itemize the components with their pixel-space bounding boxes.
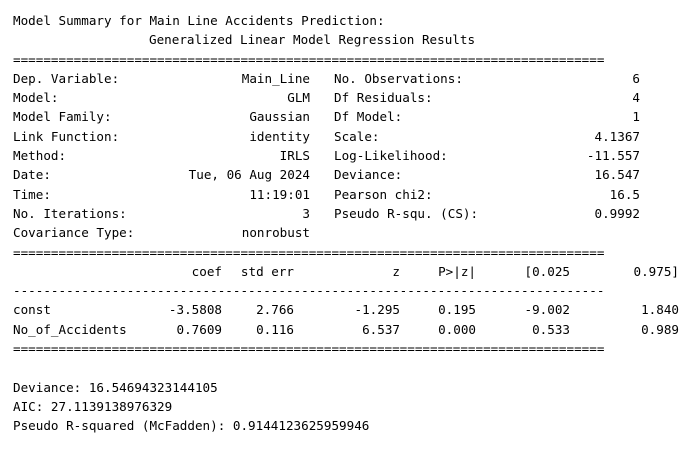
info-label: Time: — [13, 186, 51, 202]
info-value: 16.547 — [594, 167, 641, 183]
coef-header-cell: z — [392, 263, 400, 279]
info-label: Link Function: — [13, 128, 120, 144]
model-info-table: Dep. Variable: Main_Line No. Observations:… — [13, 69, 679, 243]
info-value: Tue, 06 Aug 2024 — [188, 167, 310, 183]
regression-results-title-text: Generalized Linear Model Regression Resu… — [149, 32, 476, 48]
coef-header-cell: [0.025 — [524, 263, 571, 279]
info-value: 0.9992 — [594, 205, 641, 221]
info-label: Covariance Type: — [13, 225, 135, 241]
info-label: Deviance: — [334, 167, 403, 183]
info-value: IRLS — [279, 148, 310, 164]
info-label: Model: — [13, 90, 59, 106]
coef-header-cell — [13, 262, 136, 281]
coef-value: 0.195 — [438, 302, 476, 318]
coef-row: No_of_Accidents 0.7609 0.116 6.537 0.000 0.53… — [13, 320, 679, 339]
fit-statistics: Deviance: 16.54694323144105 AIC: 27.11391… — [13, 378, 679, 436]
info-spacer — [310, 127, 334, 146]
coef-table-header: coef std err z P>|z| [0.025 0.975] — [13, 262, 679, 281]
double-rule: ========================================… — [13, 51, 605, 67]
coef-table-body: const -3.5808 2.766 -1.295 0.195 -9.002 1.840 N… — [13, 300, 679, 339]
coef-value: 0.7609 — [176, 321, 223, 337]
info-row: Method: IRLS Log-Likelihood: -11.557 — [13, 146, 679, 165]
info-label: Df Model: — [334, 109, 403, 125]
coef-header-cell: coef — [191, 263, 222, 279]
info-label: Log-Likelihood: — [334, 148, 448, 164]
info-row: Link Function: identity Scale: 4.1367 — [13, 127, 679, 146]
info-row: Dep. Variable: Main_Line No. Observations:… — [13, 69, 679, 88]
info-label: Method: — [13, 148, 67, 164]
coef-value: 0.000 — [438, 321, 476, 337]
info-label: Df Residuals: — [334, 90, 433, 106]
info-label: Dep. Variable: — [13, 70, 120, 86]
coef-variable-name: No_of_Accidents — [13, 321, 127, 337]
info-spacer — [310, 146, 334, 165]
coef-row: const -3.5808 2.766 -1.295 0.195 -9.002 1.840 — [13, 300, 679, 319]
info-value: nonrobust — [241, 225, 310, 241]
fit-statistic-line: Deviance: 16.54694323144105 — [13, 379, 218, 395]
coef-value: -1.295 — [354, 302, 401, 318]
coef-value: -9.002 — [524, 302, 571, 318]
info-spacer — [310, 223, 334, 242]
regression-results-title: Generalized Linear Model Regression Resu… — [13, 30, 679, 49]
info-row: Date: Tue, 06 Aug 2024 Deviance: 16.547 — [13, 165, 679, 184]
info-label: Pseudo R-squ. (CS): — [334, 205, 479, 221]
coef-header-cell: std err — [240, 263, 294, 279]
coef-value: -3.5808 — [168, 302, 222, 318]
info-value: Gaussian — [249, 109, 310, 125]
double-rule: ========================================… — [13, 244, 605, 260]
info-spacer — [310, 69, 334, 88]
info-value: 4.1367 — [594, 128, 641, 144]
summary-title: Model Summary for Main Line Accidents Pr… — [13, 13, 385, 28]
info-value: GLM — [287, 90, 310, 106]
info-row: Model Family: Gaussian Df Model: 1 — [13, 107, 679, 126]
info-value: 11:19:01 — [249, 186, 310, 202]
info-row: Covariance Type: nonrobust — [13, 223, 679, 242]
coef-value: 1.840 — [641, 302, 679, 318]
fit-statistic-line: AIC: 27.1139138976329 — [13, 398, 173, 414]
coef-value: 6.537 — [362, 321, 400, 337]
info-value: Main_Line — [241, 70, 310, 86]
info-value: 1 — [632, 109, 640, 125]
info-spacer — [310, 204, 334, 223]
coef-header-cell: 0.975] — [633, 263, 680, 279]
info-label: Model Family: — [13, 109, 112, 125]
info-spacer — [310, 88, 334, 107]
info-spacer — [310, 165, 334, 184]
coef-value: 2.766 — [256, 302, 294, 318]
info-label: No. Observations: — [334, 70, 463, 86]
info-value: -11.557 — [586, 148, 640, 164]
info-value: 4 — [632, 90, 640, 106]
info-label: No. Iterations: — [13, 205, 127, 221]
info-label: Date: — [13, 167, 51, 183]
coef-value: 0.533 — [532, 321, 570, 337]
info-spacer — [310, 107, 334, 126]
info-label — [334, 223, 534, 242]
coef-value: 0.989 — [641, 321, 679, 337]
info-value — [534, 223, 640, 242]
fit-statistic-line: Pseudo R-squared (McFadden): 0.914412362… — [13, 418, 370, 434]
info-value: 16.5 — [609, 186, 640, 202]
info-value: 3 — [302, 205, 310, 221]
coef-variable-name: const — [13, 302, 51, 318]
info-value: identity — [249, 128, 310, 144]
info-row: Time: 11:19:01 Pearson chi2: 16.5 — [13, 185, 679, 204]
info-label: Pearson chi2: — [334, 186, 433, 202]
coef-header-cell: P>|z| — [438, 263, 476, 279]
double-rule: ========================================… — [13, 341, 605, 357]
info-value: 6 — [632, 70, 640, 86]
info-row: Model: GLM Df Residuals: 4 — [13, 88, 679, 107]
info-spacer — [310, 185, 334, 204]
model-summary-output: Model Summary for Main Line Accidents Pr… — [13, 11, 679, 436]
single-rule: ----------------------------------------… — [13, 283, 605, 299]
info-row: No. Iterations: 3 Pseudo R-squ. (CS): 0.999… — [13, 204, 679, 223]
info-label: Scale: — [334, 128, 380, 144]
coef-value: 0.116 — [256, 321, 294, 337]
